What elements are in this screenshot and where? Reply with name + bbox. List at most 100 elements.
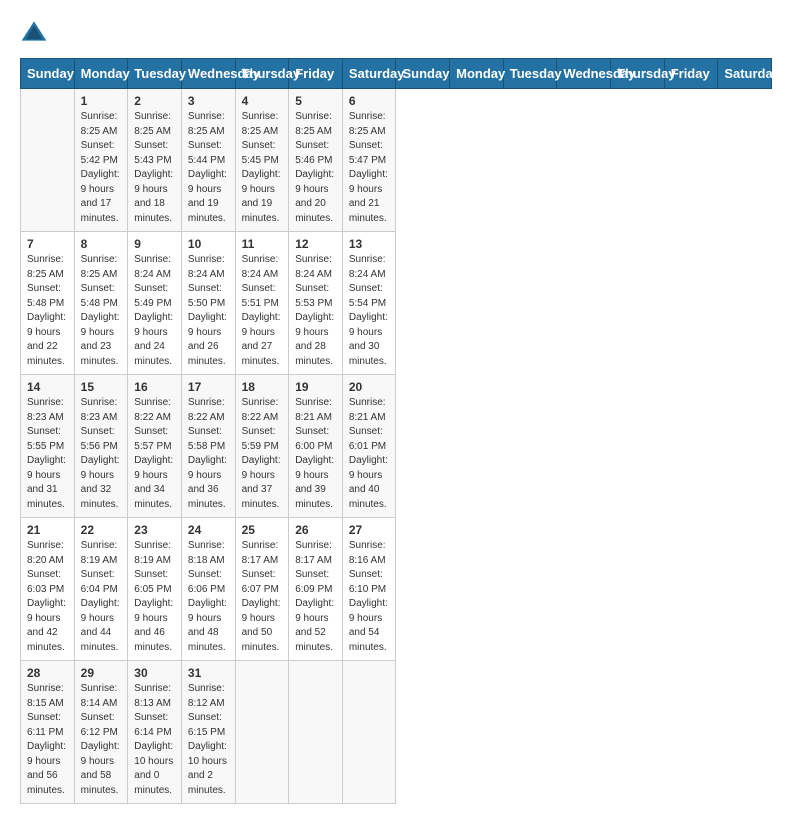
day-number: 26 bbox=[295, 523, 336, 537]
calendar-day-cell bbox=[289, 661, 343, 804]
daylight-text: Daylight: 9 hours and 36 minutes. bbox=[188, 454, 229, 512]
daylight-text: Daylight: 9 hours and 39 minutes. bbox=[295, 454, 336, 512]
day-number: 27 bbox=[349, 523, 390, 537]
daylight-text: Daylight: 9 hours and 34 minutes. bbox=[134, 454, 175, 512]
daylight-text: Daylight: 9 hours and 18 minutes. bbox=[134, 168, 175, 226]
sunset-text: Sunset: 5:55 PM bbox=[27, 425, 68, 454]
day-number: 28 bbox=[27, 666, 68, 680]
sunrise-text: Sunrise: 8:17 AM bbox=[242, 539, 283, 568]
day-number: 24 bbox=[188, 523, 229, 537]
day-number: 20 bbox=[349, 380, 390, 394]
calendar-week-row: 7 Sunrise: 8:25 AM Sunset: 5:48 PM Dayli… bbox=[21, 232, 772, 375]
day-number: 6 bbox=[349, 94, 390, 108]
day-number: 5 bbox=[295, 94, 336, 108]
day-info: Sunrise: 8:23 AM Sunset: 5:56 PM Dayligh… bbox=[81, 396, 122, 512]
calendar-day-cell: 9 Sunrise: 8:24 AM Sunset: 5:49 PM Dayli… bbox=[128, 232, 182, 375]
calendar-day-cell bbox=[235, 661, 289, 804]
sunrise-text: Sunrise: 8:17 AM bbox=[295, 539, 336, 568]
calendar-day-cell: 29 Sunrise: 8:14 AM Sunset: 6:12 PM Dayl… bbox=[74, 661, 128, 804]
sunset-text: Sunset: 6:10 PM bbox=[349, 568, 390, 597]
daylight-text: Daylight: 9 hours and 23 minutes. bbox=[81, 311, 122, 369]
sunrise-text: Sunrise: 8:21 AM bbox=[349, 396, 390, 425]
daylight-text: Daylight: 9 hours and 54 minutes. bbox=[349, 597, 390, 655]
sunset-text: Sunset: 5:54 PM bbox=[349, 282, 390, 311]
calendar-day-cell bbox=[21, 89, 75, 232]
sunrise-text: Sunrise: 8:23 AM bbox=[27, 396, 68, 425]
daylight-text: Daylight: 9 hours and 30 minutes. bbox=[349, 311, 390, 369]
day-info: Sunrise: 8:24 AM Sunset: 5:53 PM Dayligh… bbox=[295, 253, 336, 369]
day-info: Sunrise: 8:21 AM Sunset: 6:00 PM Dayligh… bbox=[295, 396, 336, 512]
day-info: Sunrise: 8:15 AM Sunset: 6:11 PM Dayligh… bbox=[27, 682, 68, 798]
day-info: Sunrise: 8:22 AM Sunset: 5:59 PM Dayligh… bbox=[242, 396, 283, 512]
day-number: 10 bbox=[188, 237, 229, 251]
calendar-day-cell: 11 Sunrise: 8:24 AM Sunset: 5:51 PM Dayl… bbox=[235, 232, 289, 375]
calendar-day-cell: 28 Sunrise: 8:15 AM Sunset: 6:11 PM Dayl… bbox=[21, 661, 75, 804]
calendar-day-cell: 18 Sunrise: 8:22 AM Sunset: 5:59 PM Dayl… bbox=[235, 375, 289, 518]
sunset-text: Sunset: 5:49 PM bbox=[134, 282, 175, 311]
day-number: 31 bbox=[188, 666, 229, 680]
sunrise-text: Sunrise: 8:15 AM bbox=[27, 682, 68, 711]
day-info: Sunrise: 8:24 AM Sunset: 5:54 PM Dayligh… bbox=[349, 253, 390, 369]
sunset-text: Sunset: 5:44 PM bbox=[188, 139, 229, 168]
day-number: 8 bbox=[81, 237, 122, 251]
sunrise-text: Sunrise: 8:20 AM bbox=[27, 539, 68, 568]
day-number: 30 bbox=[134, 666, 175, 680]
page-header bbox=[20, 20, 772, 42]
calendar-day-cell: 2 Sunrise: 8:25 AM Sunset: 5:43 PM Dayli… bbox=[128, 89, 182, 232]
day-info: Sunrise: 8:25 AM Sunset: 5:48 PM Dayligh… bbox=[81, 253, 122, 369]
day-number: 12 bbox=[295, 237, 336, 251]
weekday-header: Thursday bbox=[235, 59, 289, 89]
calendar-day-cell: 4 Sunrise: 8:25 AM Sunset: 5:45 PM Dayli… bbox=[235, 89, 289, 232]
calendar-week-row: 1 Sunrise: 8:25 AM Sunset: 5:42 PM Dayli… bbox=[21, 89, 772, 232]
sunset-text: Sunset: 5:50 PM bbox=[188, 282, 229, 311]
calendar-day-cell: 12 Sunrise: 8:24 AM Sunset: 5:53 PM Dayl… bbox=[289, 232, 343, 375]
day-info: Sunrise: 8:19 AM Sunset: 6:04 PM Dayligh… bbox=[81, 539, 122, 655]
daylight-text: Daylight: 10 hours and 2 minutes. bbox=[188, 740, 229, 798]
sunset-text: Sunset: 5:56 PM bbox=[81, 425, 122, 454]
sunrise-text: Sunrise: 8:25 AM bbox=[81, 253, 122, 282]
weekday-header: Wednesday bbox=[181, 59, 235, 89]
day-number: 2 bbox=[134, 94, 175, 108]
daylight-text: Daylight: 9 hours and 22 minutes. bbox=[27, 311, 68, 369]
sunset-text: Sunset: 6:01 PM bbox=[349, 425, 390, 454]
calendar-day-cell: 27 Sunrise: 8:16 AM Sunset: 6:10 PM Dayl… bbox=[342, 518, 396, 661]
calendar-day-cell: 20 Sunrise: 8:21 AM Sunset: 6:01 PM Dayl… bbox=[342, 375, 396, 518]
calendar-header-row: SundayMondayTuesdayWednesdayThursdayFrid… bbox=[21, 59, 772, 89]
day-info: Sunrise: 8:19 AM Sunset: 6:05 PM Dayligh… bbox=[134, 539, 175, 655]
weekday-header: Saturday bbox=[342, 59, 396, 89]
day-number: 23 bbox=[134, 523, 175, 537]
day-info: Sunrise: 8:24 AM Sunset: 5:49 PM Dayligh… bbox=[134, 253, 175, 369]
sunrise-text: Sunrise: 8:14 AM bbox=[81, 682, 122, 711]
day-info: Sunrise: 8:20 AM Sunset: 6:03 PM Dayligh… bbox=[27, 539, 68, 655]
sunset-text: Sunset: 5:42 PM bbox=[81, 139, 122, 168]
weekday-header: Thursday bbox=[611, 59, 665, 89]
day-number: 1 bbox=[81, 94, 122, 108]
daylight-text: Daylight: 10 hours and 0 minutes. bbox=[134, 740, 175, 798]
daylight-text: Daylight: 9 hours and 42 minutes. bbox=[27, 597, 68, 655]
daylight-text: Daylight: 9 hours and 37 minutes. bbox=[242, 454, 283, 512]
calendar-week-row: 21 Sunrise: 8:20 AM Sunset: 6:03 PM Dayl… bbox=[21, 518, 772, 661]
day-number: 9 bbox=[134, 237, 175, 251]
day-number: 17 bbox=[188, 380, 229, 394]
sunset-text: Sunset: 6:15 PM bbox=[188, 711, 229, 740]
calendar-day-cell: 30 Sunrise: 8:13 AM Sunset: 6:14 PM Dayl… bbox=[128, 661, 182, 804]
daylight-text: Daylight: 9 hours and 56 minutes. bbox=[27, 740, 68, 798]
day-info: Sunrise: 8:25 AM Sunset: 5:43 PM Dayligh… bbox=[134, 110, 175, 226]
calendar-day-cell: 24 Sunrise: 8:18 AM Sunset: 6:06 PM Dayl… bbox=[181, 518, 235, 661]
weekday-header: Friday bbox=[664, 59, 718, 89]
weekday-header: Monday bbox=[74, 59, 128, 89]
calendar-day-cell bbox=[342, 661, 396, 804]
day-info: Sunrise: 8:22 AM Sunset: 5:57 PM Dayligh… bbox=[134, 396, 175, 512]
sunset-text: Sunset: 5:59 PM bbox=[242, 425, 283, 454]
day-info: Sunrise: 8:13 AM Sunset: 6:14 PM Dayligh… bbox=[134, 682, 175, 798]
sunrise-text: Sunrise: 8:24 AM bbox=[134, 253, 175, 282]
calendar-day-cell: 22 Sunrise: 8:19 AM Sunset: 6:04 PM Dayl… bbox=[74, 518, 128, 661]
calendar-day-cell: 19 Sunrise: 8:21 AM Sunset: 6:00 PM Dayl… bbox=[289, 375, 343, 518]
day-number: 11 bbox=[242, 237, 283, 251]
sunset-text: Sunset: 6:11 PM bbox=[27, 711, 68, 740]
calendar-day-cell: 8 Sunrise: 8:25 AM Sunset: 5:48 PM Dayli… bbox=[74, 232, 128, 375]
calendar-day-cell: 31 Sunrise: 8:12 AM Sunset: 6:15 PM Dayl… bbox=[181, 661, 235, 804]
sunrise-text: Sunrise: 8:19 AM bbox=[81, 539, 122, 568]
daylight-text: Daylight: 9 hours and 17 minutes. bbox=[81, 168, 122, 226]
weekday-header: Wednesday bbox=[557, 59, 611, 89]
